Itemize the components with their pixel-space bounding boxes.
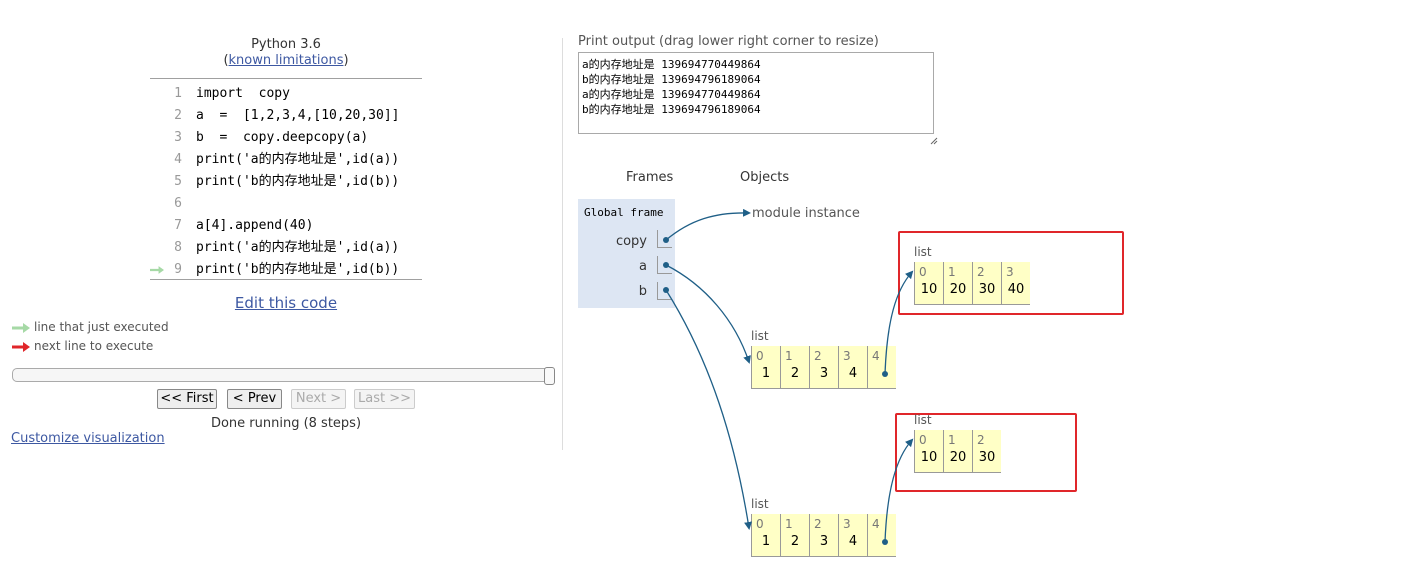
pointer-dot-a <box>663 262 669 268</box>
pointer-b-to-list <box>665 289 753 530</box>
pointer-a4-to-inner <box>884 270 914 375</box>
pointer-b4-to-inner <box>884 438 914 543</box>
pointer-dot-a4 <box>882 371 888 377</box>
pointer-a-to-list <box>665 264 751 364</box>
pointer-dot-b <box>663 287 669 293</box>
pointer-arrows <box>663 208 914 545</box>
pointer-dot-copy <box>663 237 669 243</box>
pointer-dot-b4 <box>882 539 888 545</box>
pointer-copy-to-module <box>665 208 751 241</box>
